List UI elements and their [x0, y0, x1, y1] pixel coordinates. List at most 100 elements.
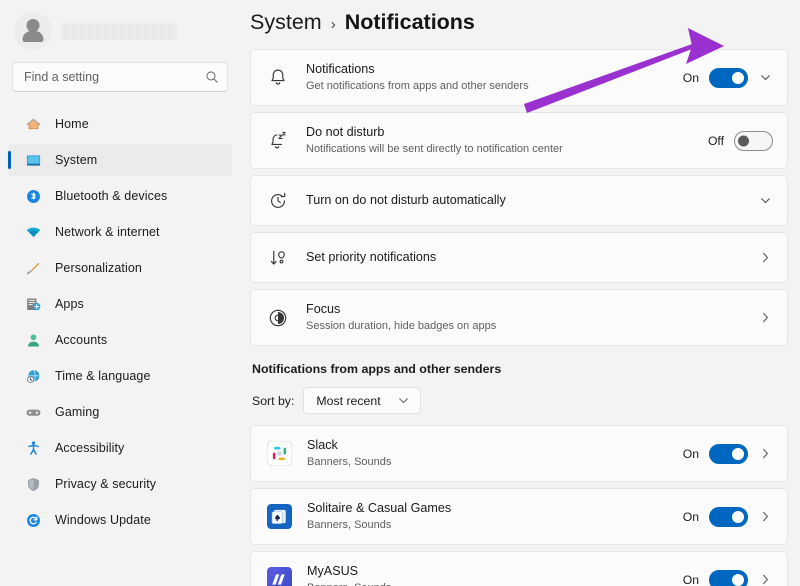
- sidebar-item-privacy-security[interactable]: Privacy & security: [8, 468, 232, 500]
- sidebar-item-label: Network & internet: [55, 225, 160, 239]
- sidebar-item-label: Apps: [55, 297, 84, 311]
- myasus-app-icon: [267, 567, 292, 586]
- sidebar-item-label: Time & language: [55, 369, 151, 383]
- accessibility-icon: [25, 440, 42, 457]
- shield-icon: [25, 476, 42, 493]
- main-content: System › Notifications Notifications Get…: [240, 0, 800, 586]
- focus-icon: [267, 307, 289, 329]
- sidebar-item-gaming[interactable]: Gaming: [8, 396, 232, 428]
- do-not-disturb-toggle[interactable]: [734, 131, 773, 151]
- user-name-redacted: [62, 23, 177, 40]
- priority-arrow-icon: [267, 247, 289, 269]
- sidebar: Home System Bluetooth & devices: [0, 0, 240, 586]
- chevron-right-icon[interactable]: [758, 509, 773, 524]
- sidebar-item-system[interactable]: System: [8, 144, 232, 176]
- gamepad-icon: [25, 404, 42, 421]
- toggle-state-label: On: [683, 71, 699, 85]
- app-row-myasus[interactable]: MyASUS Banners, Sounds On: [250, 551, 788, 586]
- app-name: Slack: [307, 437, 683, 454]
- search-box[interactable]: [12, 62, 228, 92]
- setting-title: Do not disturb: [306, 124, 708, 141]
- bell-sleep-icon: [267, 130, 289, 152]
- search-container: [8, 60, 232, 102]
- sidebar-item-label: Accounts: [55, 333, 107, 347]
- sidebar-item-time-language[interactable]: Time & language: [8, 360, 232, 392]
- setting-title: Set priority notifications: [306, 249, 758, 266]
- sort-row: Sort by: Most recent: [250, 387, 788, 414]
- sidebar-item-windows-update[interactable]: Windows Update: [8, 504, 232, 536]
- sidebar-nav: Home System Bluetooth & devices: [8, 102, 232, 536]
- home-icon: [25, 116, 42, 133]
- bluetooth-icon: [25, 188, 42, 205]
- breadcrumb-parent[interactable]: System: [250, 10, 322, 35]
- chevron-right-icon[interactable]: [758, 250, 773, 265]
- sidebar-item-network-internet[interactable]: Network & internet: [8, 216, 232, 248]
- search-input[interactable]: [24, 70, 205, 84]
- breadcrumb-separator-icon: ›: [331, 16, 336, 33]
- sidebar-item-home[interactable]: Home: [8, 108, 232, 140]
- settings-cards: Notifications Get notifications from app…: [250, 49, 788, 586]
- toggle-state-label: Off: [708, 134, 724, 148]
- chevron-right-icon[interactable]: [758, 572, 773, 586]
- sidebar-item-label: Bluetooth & devices: [55, 189, 167, 203]
- sort-by-dropdown[interactable]: Most recent: [303, 387, 421, 414]
- setting-title: Focus: [306, 301, 758, 318]
- avatar: [14, 12, 52, 50]
- globe-clock-icon: [25, 368, 42, 385]
- setting-row-priority-notifications[interactable]: Set priority notifications: [250, 232, 788, 283]
- sidebar-item-apps[interactable]: Apps: [8, 288, 232, 320]
- toggle-state-label: On: [683, 447, 699, 461]
- toggle-state-label: On: [683, 510, 699, 524]
- update-refresh-icon: [25, 512, 42, 529]
- app-toggle-myasus[interactable]: [709, 570, 748, 586]
- app-subtitle: Banners, Sounds: [307, 455, 683, 470]
- sort-by-label: Sort by:: [252, 394, 294, 408]
- clock-schedule-icon: [267, 190, 289, 212]
- apps-icon: [25, 296, 42, 313]
- breadcrumb: System › Notifications: [250, 0, 800, 49]
- sidebar-item-label: Gaming: [55, 405, 99, 419]
- sidebar-item-label: Accessibility: [55, 441, 124, 455]
- sidebar-item-label: System: [55, 153, 97, 167]
- toggle-state-label: On: [683, 573, 699, 586]
- setting-row-notifications[interactable]: Notifications Get notifications from app…: [250, 49, 788, 106]
- user-profile[interactable]: [8, 0, 232, 60]
- setting-row-focus[interactable]: Focus Session duration, hide badges on a…: [250, 289, 788, 346]
- sidebar-item-label: Windows Update: [55, 513, 151, 527]
- sidebar-item-personalization[interactable]: Personalization: [8, 252, 232, 284]
- sidebar-item-bluetooth-devices[interactable]: Bluetooth & devices: [8, 180, 232, 212]
- app-row-solitaire[interactable]: Solitaire & Casual Games Banners, Sounds…: [250, 488, 788, 545]
- chevron-down-icon[interactable]: [758, 70, 773, 85]
- solitaire-app-icon: [267, 504, 292, 529]
- setting-subtitle: Get notifications from apps and other se…: [306, 79, 683, 94]
- slack-app-icon: [267, 441, 292, 466]
- setting-subtitle: Notifications will be sent directly to n…: [306, 142, 708, 157]
- settings-window: Home System Bluetooth & devices: [0, 0, 800, 586]
- setting-row-do-not-disturb[interactable]: Do not disturb Notifications will be sen…: [250, 112, 788, 169]
- app-subtitle: Banners, Sounds: [307, 518, 683, 533]
- sidebar-item-accounts[interactable]: Accounts: [8, 324, 232, 356]
- system-monitor-icon: [25, 152, 42, 169]
- setting-subtitle: Session duration, hide badges on apps: [306, 319, 758, 334]
- setting-row-auto-do-not-disturb[interactable]: Turn on do not disturb automatically: [250, 175, 788, 226]
- chevron-down-icon[interactable]: [758, 193, 773, 208]
- paintbrush-icon: [25, 260, 42, 277]
- chevron-right-icon[interactable]: [758, 446, 773, 461]
- wifi-icon: [25, 224, 42, 241]
- app-name: MyASUS: [307, 563, 683, 580]
- search-icon: [205, 70, 219, 84]
- notifications-master-toggle[interactable]: [709, 68, 748, 88]
- bell-icon: [267, 67, 289, 89]
- app-toggle-slack[interactable]: [709, 444, 748, 464]
- chevron-right-icon[interactable]: [758, 310, 773, 325]
- page-title: Notifications: [345, 10, 475, 35]
- sidebar-item-label: Privacy & security: [55, 477, 156, 491]
- setting-title: Turn on do not disturb automatically: [306, 192, 758, 209]
- app-row-slack[interactable]: Slack Banners, Sounds On: [250, 425, 788, 482]
- sort-by-value: Most recent: [316, 394, 380, 408]
- apps-section-heading: Notifications from apps and other sender…: [252, 362, 788, 376]
- app-toggle-solitaire[interactable]: [709, 507, 748, 527]
- app-name: Solitaire & Casual Games: [307, 500, 683, 517]
- sidebar-item-accessibility[interactable]: Accessibility: [8, 432, 232, 464]
- sidebar-item-label: Personalization: [55, 261, 142, 275]
